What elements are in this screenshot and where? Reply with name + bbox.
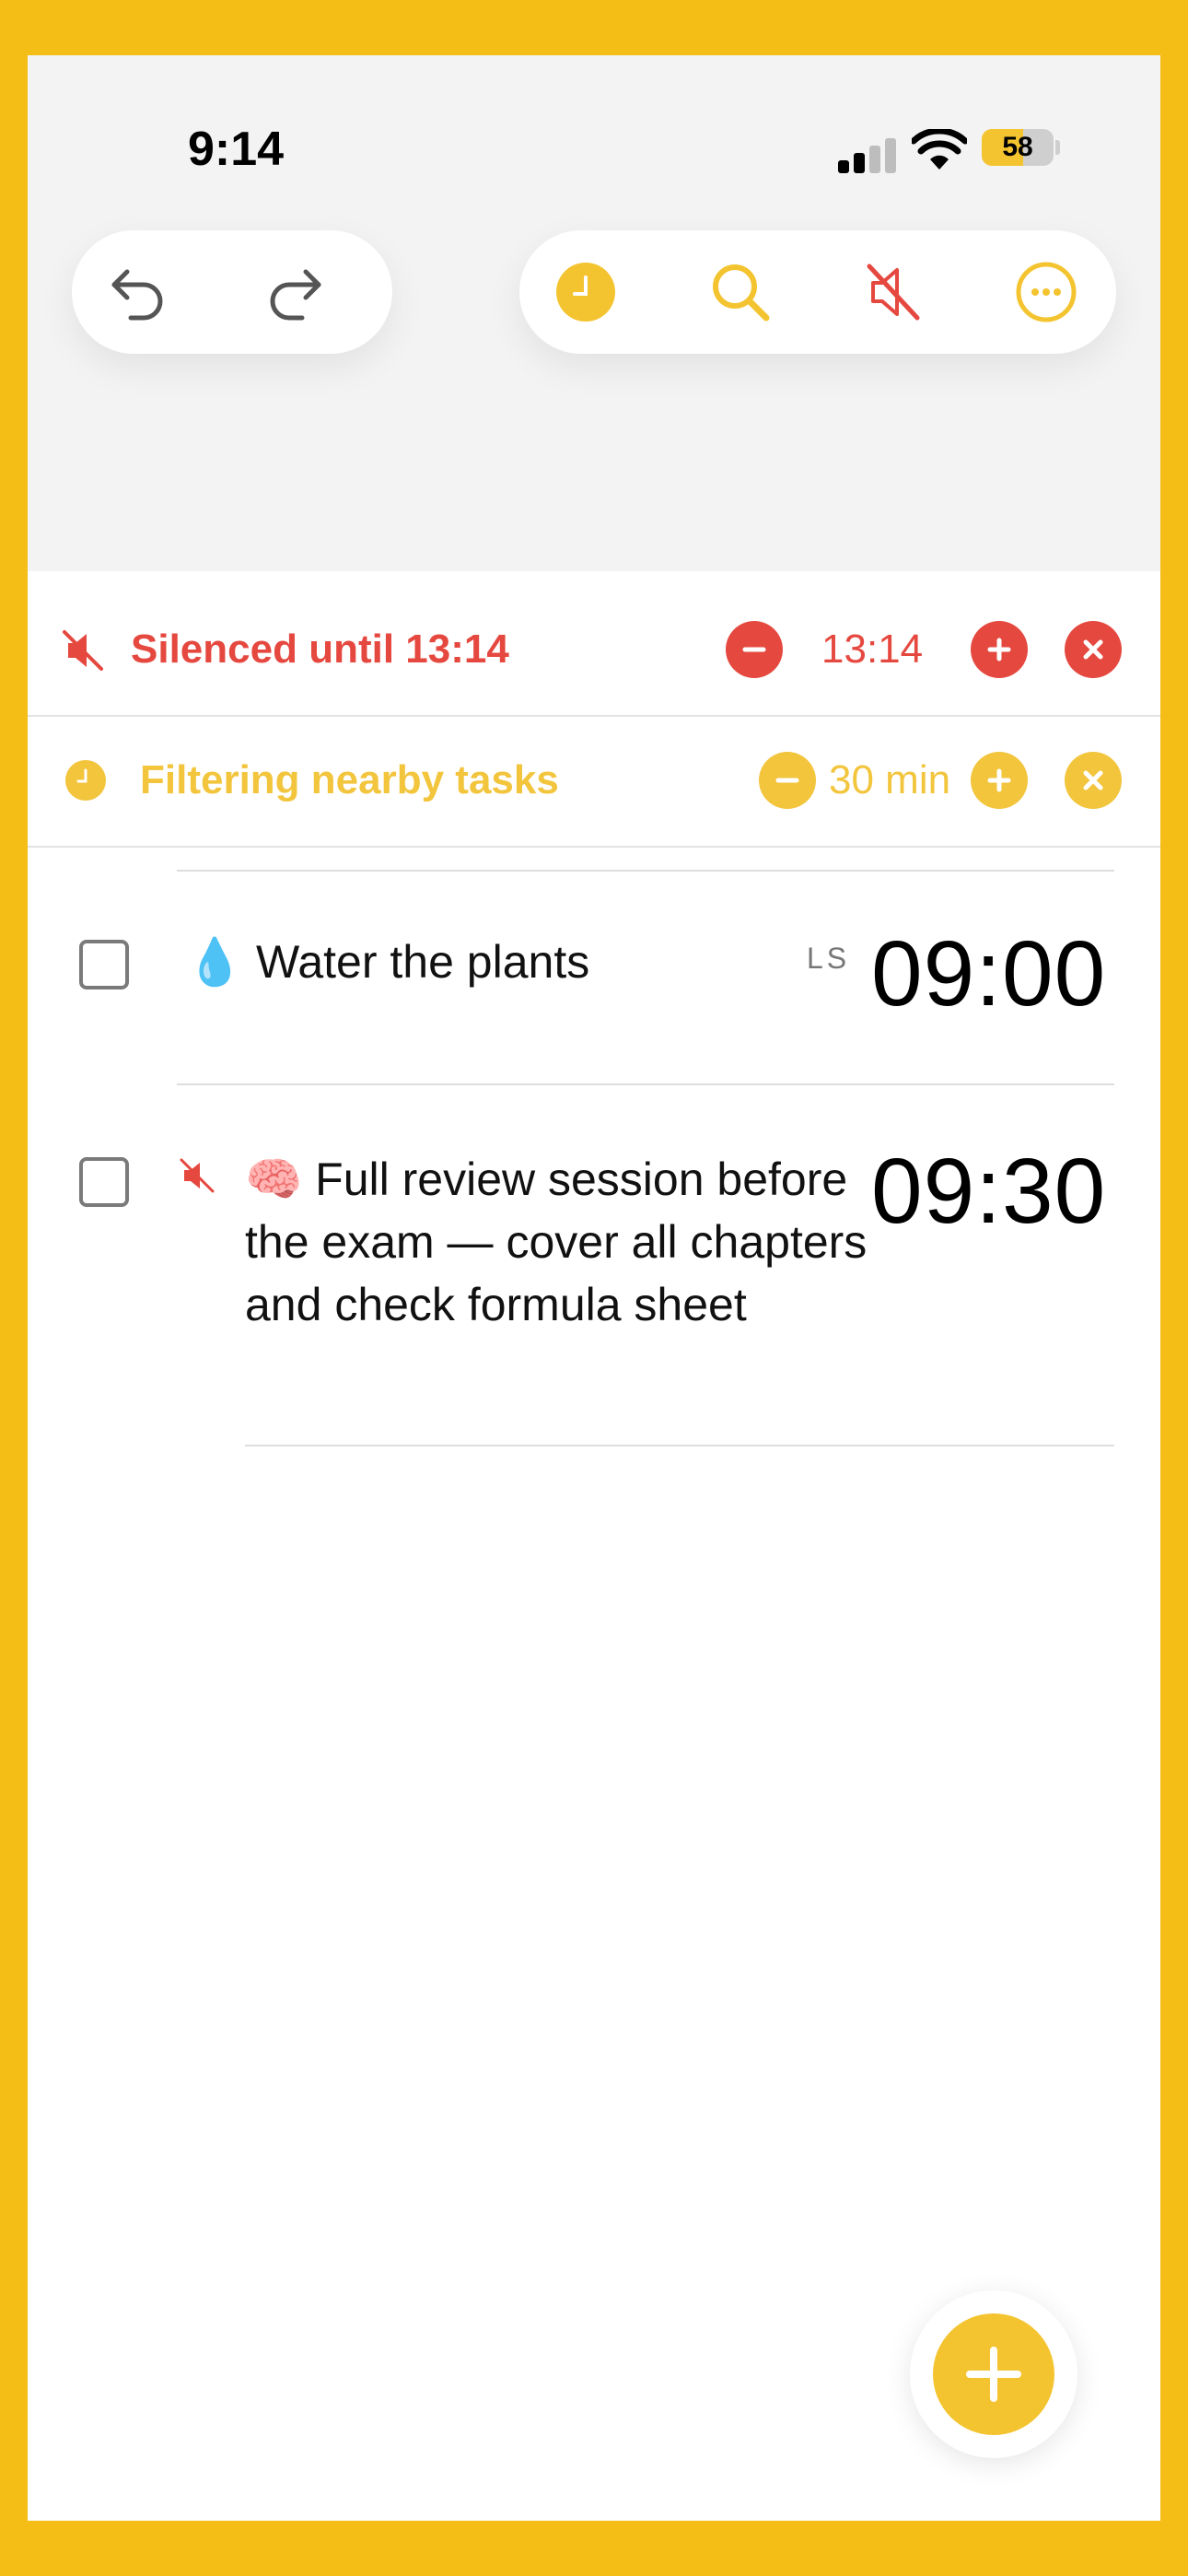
task-title: Water the plants [256, 936, 590, 988]
plus-icon [987, 638, 1011, 662]
clock-icon [65, 760, 106, 801]
add-task-button-container [910, 2290, 1077, 2458]
more-button[interactable] [1015, 261, 1077, 323]
task-title: 🧠 Full review session before the exam — … [245, 1148, 871, 1336]
undo-icon [111, 269, 163, 321]
cellular-signal-icon [838, 135, 897, 173]
nearby-filter-button[interactable] [554, 261, 617, 323]
add-task-button[interactable] [933, 2313, 1054, 2435]
muted-speaker-icon [180, 1158, 215, 1193]
redo-button[interactable] [263, 261, 326, 323]
silence-button[interactable] [862, 261, 925, 323]
list-separator [245, 1445, 1114, 1446]
close-icon [1083, 770, 1103, 790]
clock-icon [556, 263, 615, 322]
silenced-banner: Silenced until 13:14 13:14 [28, 584, 1160, 715]
speaker-muted-icon [867, 263, 920, 321]
close-icon [1083, 639, 1103, 660]
plus-icon [966, 2347, 1021, 2402]
ellipsis-icon [1016, 262, 1077, 322]
task-title-text: Full review session before the exam — co… [245, 1153, 868, 1330]
phone-screen: 9:14 58 Silenced until 13:14 13:14 Filte… [28, 55, 1160, 2521]
task-checkbox[interactable] [79, 1157, 129, 1207]
undo-button[interactable] [107, 261, 169, 323]
battery-level: 58 [1002, 132, 1033, 162]
increase-silence-button[interactable] [971, 621, 1028, 678]
filter-label: Filtering nearby tasks [140, 757, 559, 802]
clear-silence-button[interactable] [1065, 621, 1122, 678]
wifi-icon [912, 129, 967, 170]
silenced-until-value: 13:14 [821, 626, 924, 672]
status-time: 9:14 [188, 123, 285, 176]
task-emoji: 💧 [186, 936, 244, 988]
history-toolbar [72, 230, 392, 354]
search-button[interactable] [709, 261, 772, 323]
silenced-label: Silenced until 13:14 [131, 626, 509, 672]
battery-indicator: 58 [982, 129, 1054, 166]
muted-speaker-icon [63, 630, 103, 671]
minus-icon [742, 647, 766, 652]
battery-nub [1055, 140, 1060, 155]
nearby-filter-banner: Filtering nearby tasks 30 min [28, 715, 1160, 846]
task-emoji: 🧠 [245, 1153, 303, 1205]
list-separator [177, 1083, 1114, 1085]
task-time: 09:30 [871, 1140, 1107, 1243]
banner-divider [28, 846, 1160, 848]
list-separator [177, 870, 1114, 872]
decrease-silence-button[interactable] [726, 621, 783, 678]
task-tag: LS [807, 942, 851, 975]
search-icon [713, 264, 770, 322]
increase-range-button[interactable] [971, 752, 1028, 809]
plus-icon [987, 768, 1011, 792]
redo-icon [270, 269, 321, 321]
decrease-range-button[interactable] [759, 752, 816, 809]
actions-toolbar [519, 230, 1116, 354]
clear-filter-button[interactable] [1065, 752, 1122, 809]
minus-icon [775, 778, 799, 783]
task-time: 09:00 [871, 922, 1107, 1025]
filter-range-value: 30 min [829, 757, 951, 802]
task-checkbox[interactable] [79, 940, 129, 989]
